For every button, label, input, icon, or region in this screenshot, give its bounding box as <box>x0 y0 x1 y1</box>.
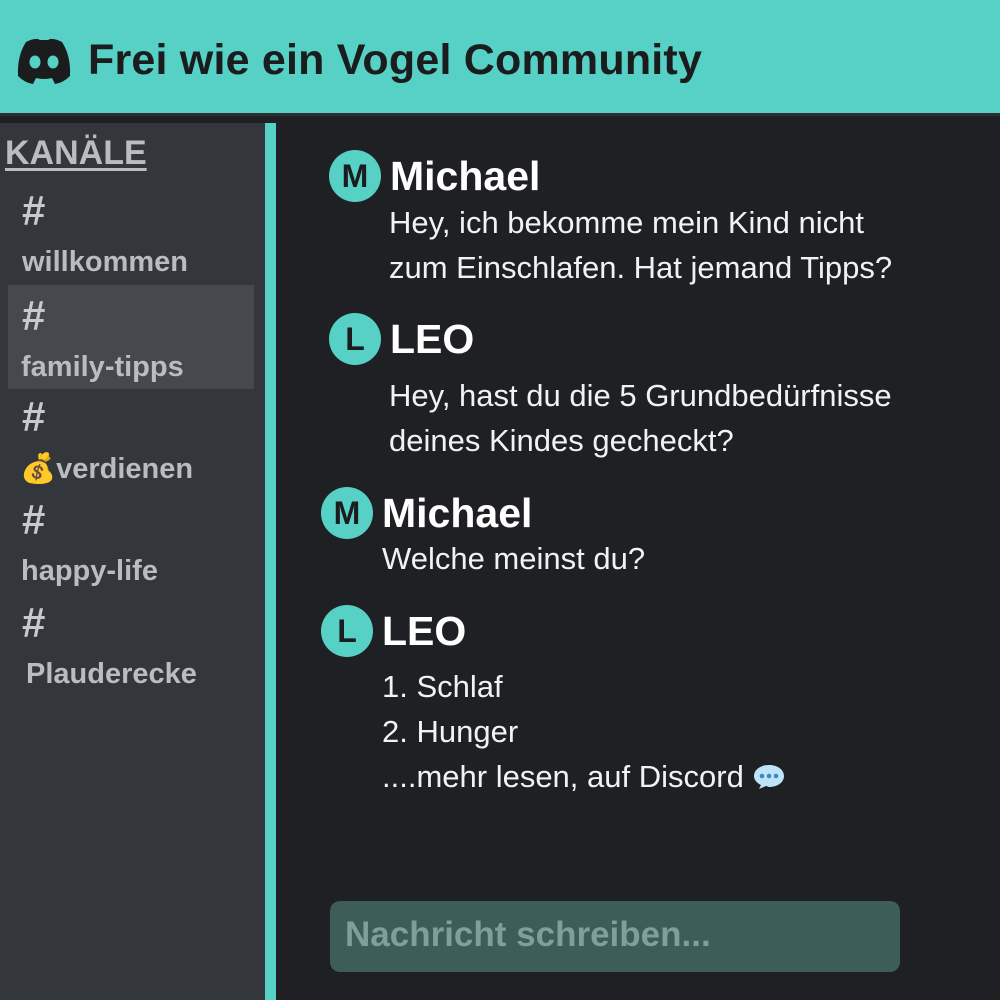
message-author[interactable]: LEO <box>382 608 466 655</box>
message-header: L LEO <box>321 605 466 657</box>
message-text: Welche meinst du? <box>382 541 646 576</box>
message-header: L LEO <box>329 313 474 365</box>
app-header: Frei wie ein Vogel Community <box>0 0 1000 116</box>
hash-icon: # <box>22 496 46 543</box>
message-link-line: ....mehr lesen, auf Discord <box>382 759 786 795</box>
sidebar-item-family-tipps[interactable]: # family-tipps <box>8 285 254 389</box>
channel-label: Plauderecke <box>26 658 197 690</box>
read-more-link[interactable]: ....mehr lesen, auf Discord <box>382 759 744 794</box>
sidebar-item-plauderecke[interactable]: # Plauderecke <box>8 594 254 698</box>
sidebar-item-verdienen[interactable]: # 💰verdienen <box>8 388 254 492</box>
hash-icon: # <box>22 292 46 339</box>
message-author[interactable]: Michael <box>390 153 540 200</box>
channel-label: 💰verdienen <box>20 453 194 485</box>
channel-label: happy-life <box>21 555 158 587</box>
channel-label: willkommen <box>22 246 188 278</box>
message-header: M Michael <box>329 150 540 202</box>
server-title: Frei wie ein Vogel Community <box>88 36 703 84</box>
message-text: deines Kindes gecheckt? <box>389 423 734 458</box>
hash-icon: # <box>22 393 46 440</box>
message-text: 1. Schlaf <box>382 669 503 704</box>
message-text: zum Einschlafen. Hat jemand Tipps? <box>389 250 893 285</box>
sidebar-item-happy-life[interactable]: # happy-life <box>8 491 254 595</box>
speech-bubble-icon <box>753 765 784 789</box>
sidebar-divider <box>265 123 276 1000</box>
avatar[interactable]: M <box>321 487 373 539</box>
hash-icon: # <box>22 599 46 646</box>
message-text: Hey, ich bekomme mein Kind nicht <box>389 205 864 240</box>
avatar[interactable]: L <box>329 313 381 365</box>
channels-section-title: KANÄLE <box>5 134 147 172</box>
message-text: 2. Hunger <box>382 714 519 749</box>
message-author[interactable]: Michael <box>382 490 532 537</box>
hash-icon: # <box>22 187 46 234</box>
avatar[interactable]: M <box>329 150 381 202</box>
discord-logo-icon[interactable] <box>14 34 74 88</box>
channel-label: family-tipps <box>21 351 184 383</box>
message-author[interactable]: LEO <box>390 316 474 363</box>
message-header: M Michael <box>321 487 532 539</box>
message-text: Hey, hast du die 5 Grundbedürfnisse <box>389 378 892 413</box>
message-input[interactable]: Nachricht schreiben... <box>330 901 900 972</box>
avatar[interactable]: L <box>321 605 373 657</box>
sidebar-item-willkommen[interactable]: # willkommen <box>8 182 254 286</box>
